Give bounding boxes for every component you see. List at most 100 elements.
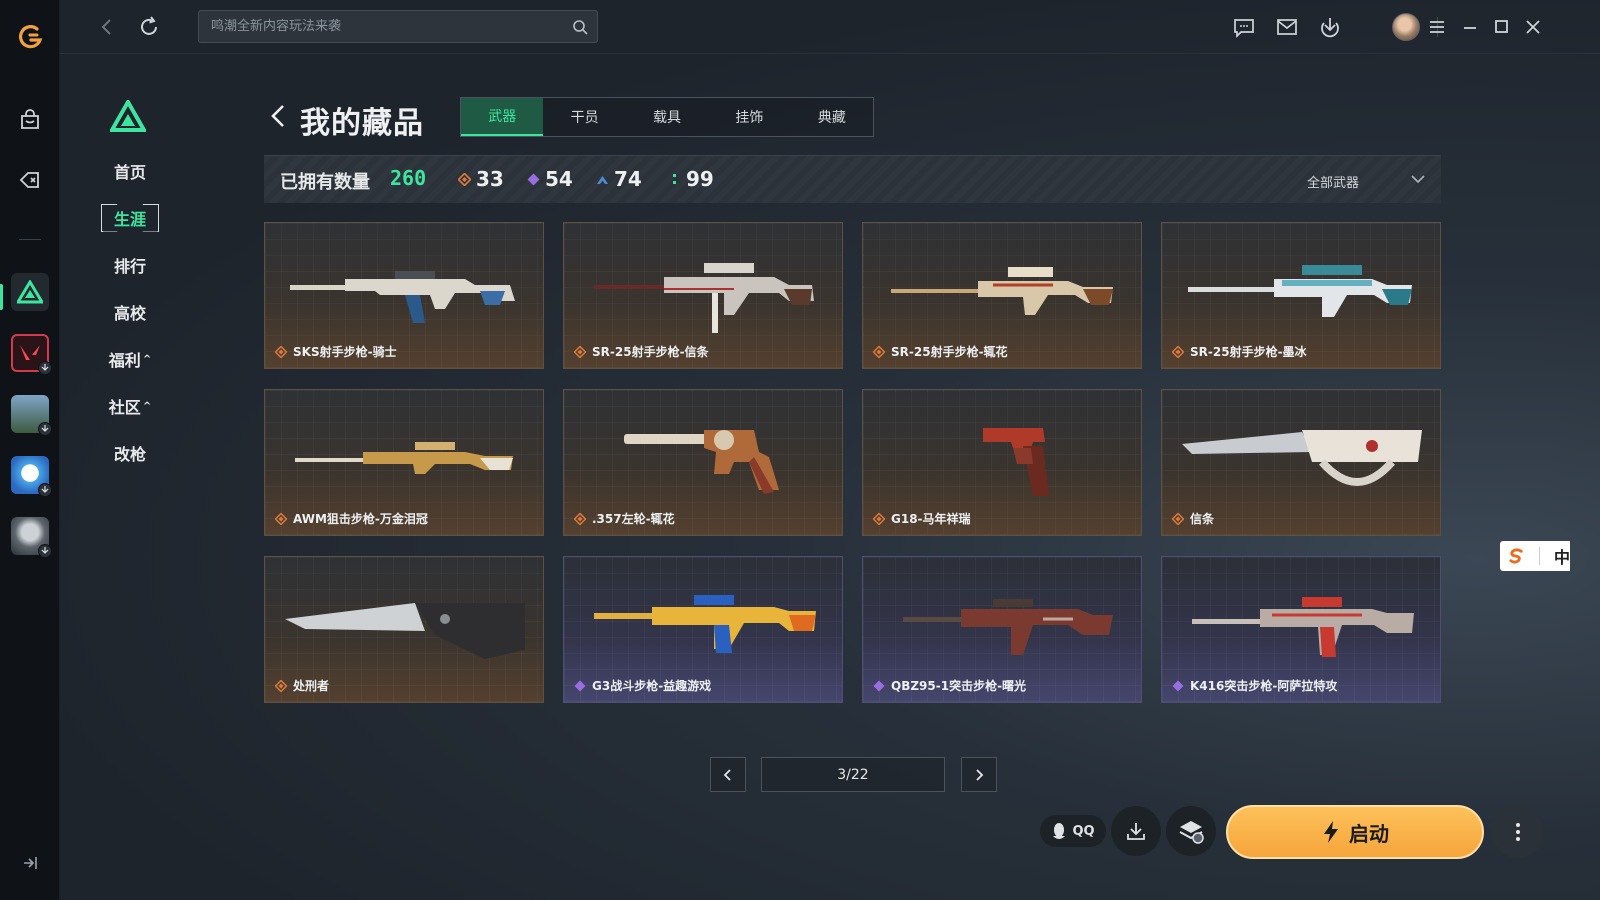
coupon-icon[interactable] xyxy=(14,164,46,196)
more-vertical-icon xyxy=(1516,823,1520,841)
page-indicator[interactable]: 3/22 xyxy=(761,757,945,792)
rifle-image xyxy=(903,599,1113,655)
download-badge-icon xyxy=(38,422,52,436)
top-bar xyxy=(60,0,1600,54)
blue-chevron-icon xyxy=(597,175,608,184)
item-card[interactable]: QBZ95-1突击步枪-曙光 xyxy=(862,556,1142,703)
back-arrow-icon[interactable] xyxy=(96,16,118,38)
maximize-icon[interactable] xyxy=(1489,15,1513,39)
collapse-sidebar-icon[interactable] xyxy=(20,853,40,873)
orange-diamond-icon xyxy=(873,512,885,525)
rifle-image xyxy=(1192,597,1414,657)
sidebar-item-ranking[interactable]: 排行 xyxy=(100,250,160,280)
item-label: G3战斗步枪-益趣游戏 xyxy=(574,677,711,694)
ime-indicator[interactable]: 中 xyxy=(1500,541,1570,571)
tab-weapons[interactable]: 武器 xyxy=(461,98,544,136)
collection-grid: SKS射手步枪-骑士 SR-25射手步枪-信条 SR-25射手步枪-辄花 SR-… xyxy=(264,222,1441,703)
delta-game-icon xyxy=(11,273,49,311)
sidebar-item-home[interactable]: 首页 xyxy=(100,156,160,186)
previous-page-button[interactable] xyxy=(710,757,746,792)
close-icon[interactable] xyxy=(1521,15,1545,39)
sidebar-item-gunsmith[interactable]: 改枪 xyxy=(100,438,160,468)
weapon-filter-select[interactable]: 全部武器 xyxy=(1307,172,1359,191)
app-logo-icon[interactable] xyxy=(15,22,45,52)
user-avatar[interactable] xyxy=(1392,13,1420,41)
rail-game-three[interactable] xyxy=(11,395,52,436)
rifle-image xyxy=(1188,265,1412,317)
sidebar-item-career[interactable]: 生涯 xyxy=(100,203,160,233)
item-card[interactable]: G18-马年祥瑞 xyxy=(862,389,1142,536)
sidebar-item-community[interactable]: 社区 ^ xyxy=(100,391,160,421)
qq-account-button[interactable]: QQ xyxy=(1040,815,1106,847)
orange-diamond-icon xyxy=(574,512,586,525)
knife-image xyxy=(285,603,525,659)
caret-up-icon: ^ xyxy=(142,400,152,412)
download-manager-icon[interactable] xyxy=(1318,15,1342,39)
tab-collection[interactable]: 典藏 xyxy=(791,98,873,136)
orange-diamond-icon xyxy=(574,345,586,358)
purple-diamond-icon xyxy=(1172,680,1184,691)
rifle-image xyxy=(290,271,515,323)
accelerator-button[interactable] xyxy=(1166,806,1216,856)
sidebar-item-college[interactable]: 高校 xyxy=(100,297,160,327)
chevron-down-icon[interactable] xyxy=(1409,170,1427,188)
item-card[interactable]: SR-25射手步枪-辄花 xyxy=(862,222,1142,369)
revolver-image xyxy=(624,430,779,494)
item-card[interactable]: G3战斗步枪-益趣游戏 xyxy=(563,556,843,703)
search-input[interactable] xyxy=(211,11,551,42)
page-title: 我的藏品 xyxy=(300,106,424,141)
download-badge-icon xyxy=(38,483,52,497)
purple-diamond-icon xyxy=(574,680,586,691)
mail-icon[interactable] xyxy=(1275,15,1299,39)
search-bar xyxy=(198,10,598,43)
chevron-left-icon xyxy=(723,768,731,781)
more-options-button[interactable] xyxy=(1492,806,1544,858)
rail-game-five[interactable] xyxy=(11,517,52,558)
item-card[interactable]: SKS射手步枪-骑士 xyxy=(264,222,544,369)
rail-game-valorant[interactable] xyxy=(11,334,52,375)
launch-button[interactable]: 启动 xyxy=(1226,805,1484,859)
store-icon[interactable] xyxy=(14,104,46,136)
download-button[interactable] xyxy=(1111,806,1161,856)
item-card[interactable]: AWM狙击步枪-万金泪冠 xyxy=(264,389,544,536)
orange-diamond-icon xyxy=(458,172,471,186)
left-rail xyxy=(0,0,60,900)
rail-game-four[interactable] xyxy=(11,456,52,497)
qq-penguin-icon xyxy=(1053,823,1066,839)
orange-diamond-icon xyxy=(275,679,287,692)
rail-game-delta[interactable] xyxy=(11,273,49,311)
stat-blue: 74 xyxy=(596,167,642,191)
sogou-ime-icon xyxy=(1509,548,1523,564)
rifle-image xyxy=(594,595,816,653)
next-page-button[interactable] xyxy=(961,757,997,792)
download-badge-icon xyxy=(38,361,52,375)
owned-count-label: 已拥有数量 xyxy=(280,172,370,193)
tab-charms[interactable]: 挂饰 xyxy=(708,98,790,136)
owned-stats-bar: 已拥有数量 260 33 54 74 99 全部武器 xyxy=(264,155,1441,203)
caret-up-icon: ^ xyxy=(142,353,152,365)
owned-count-total: 260 xyxy=(390,166,427,190)
item-card[interactable]: .357左轮-辄花 xyxy=(563,389,843,536)
tab-vehicles[interactable]: 载具 xyxy=(626,98,708,136)
item-card[interactable]: SR-25射手步枪-墨冰 xyxy=(1161,222,1441,369)
item-card[interactable]: 信条 xyxy=(1161,389,1441,536)
item-card[interactable]: SR-25射手步枪-信条 xyxy=(563,222,843,369)
item-card[interactable]: K416突击步枪-阿萨拉特攻 xyxy=(1161,556,1441,703)
delta-force-logo-icon xyxy=(110,100,146,132)
item-label: .357左轮-辄花 xyxy=(574,510,675,527)
search-icon[interactable] xyxy=(571,18,589,36)
orange-diamond-icon xyxy=(873,345,885,358)
item-label: SR-25射手步枪-墨冰 xyxy=(1172,343,1307,360)
header-back-icon[interactable] xyxy=(268,102,288,130)
green-dots-icon xyxy=(673,173,676,184)
item-label: 处刑者 xyxy=(275,677,329,694)
item-card[interactable]: 处刑者 xyxy=(264,556,544,703)
menu-icon[interactable] xyxy=(1425,15,1449,39)
item-label: K416突击步枪-阿萨拉特攻 xyxy=(1172,677,1337,694)
chat-icon[interactable] xyxy=(1232,15,1256,39)
minimize-icon[interactable] xyxy=(1458,15,1482,39)
sidebar-item-welfare[interactable]: 福利 ^ xyxy=(100,344,160,374)
lightning-icon xyxy=(1324,821,1338,843)
refresh-icon[interactable] xyxy=(137,15,161,39)
tab-operators[interactable]: 干员 xyxy=(543,98,625,136)
